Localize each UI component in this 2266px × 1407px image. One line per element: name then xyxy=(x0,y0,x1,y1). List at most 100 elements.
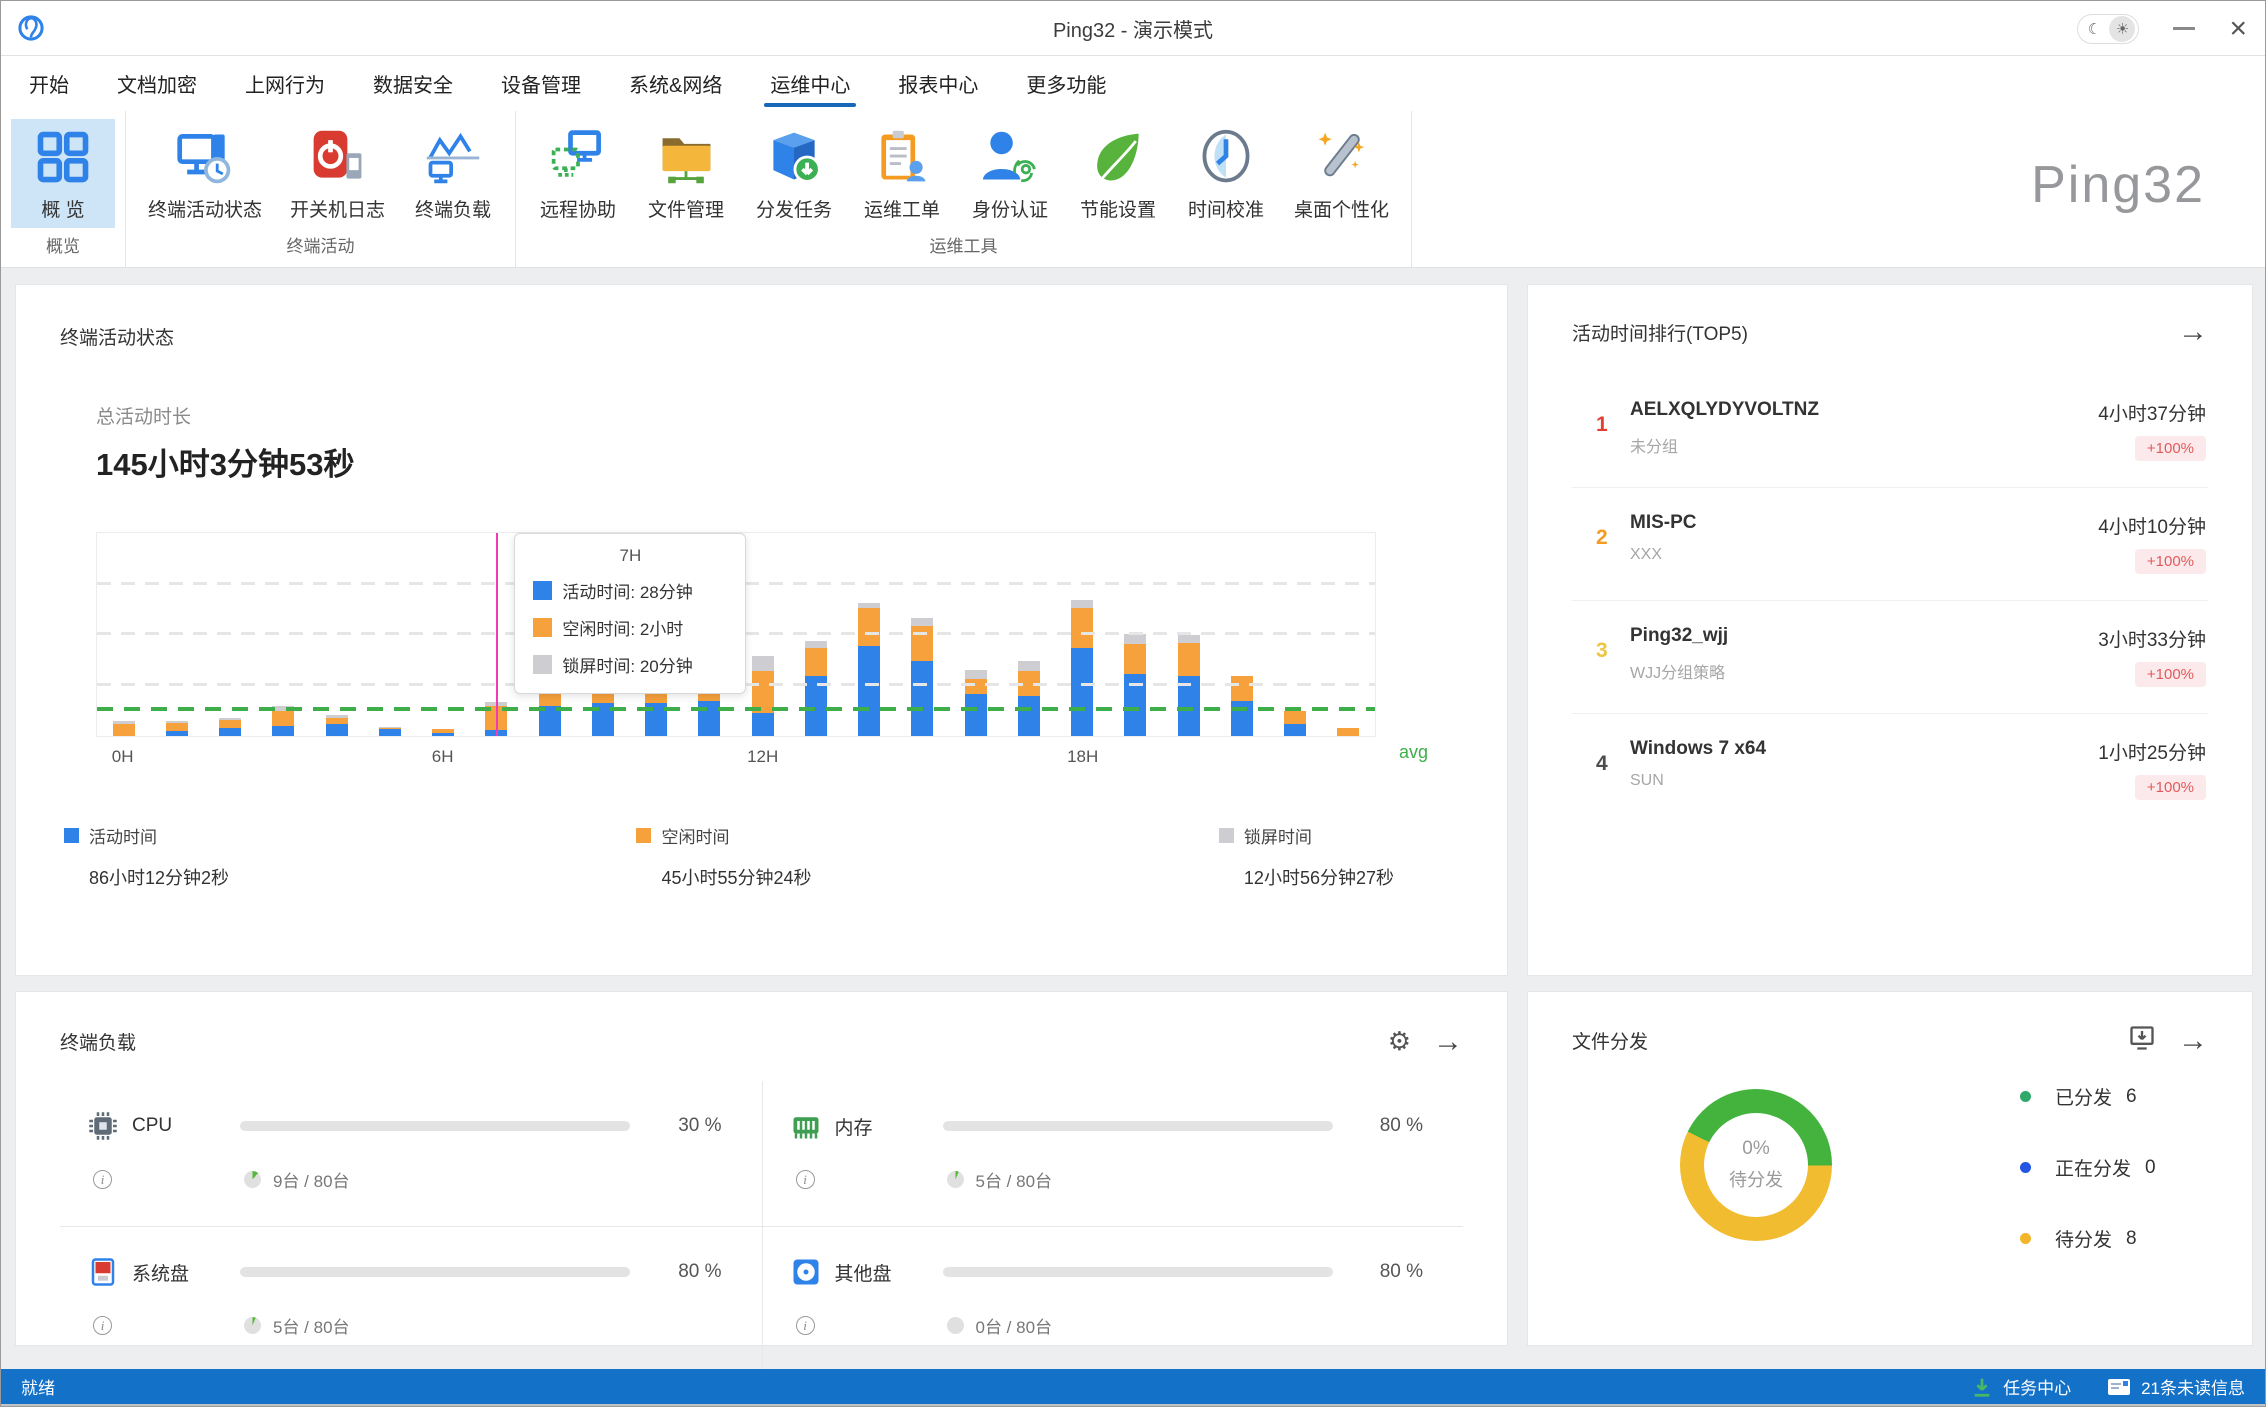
window-title: Ping32 - 演示模式 xyxy=(1,14,2265,43)
load-settings-gear-icon[interactable]: ⚙ xyxy=(1388,1026,1411,1057)
brand-logo: Ping32 xyxy=(2031,155,2205,215)
rank-number: 1 xyxy=(1596,399,1630,437)
menu-tab-8[interactable]: 报表中心 xyxy=(874,56,1002,111)
average-line-label: avg xyxy=(1399,742,1428,763)
ribbon-group-label: 概览 xyxy=(1,228,125,267)
menu-tab-4[interactable]: 数据安全 xyxy=(349,56,477,111)
info-icon[interactable]: i xyxy=(796,1316,815,1335)
rank-number: 4 xyxy=(1596,738,1630,776)
ribbon-item-power-log[interactable]: 开关机日志 xyxy=(278,119,397,228)
load-metrics-grid: CPU 30 % i 9台 / 80台 内存 xyxy=(60,1081,1463,1372)
menu-tab-9[interactable]: 更多功能 xyxy=(1002,56,1130,111)
leaf-icon xyxy=(1086,125,1150,189)
ranking-list-item[interactable]: 1 AELXQLYDYVOLTNZ 未分组 4小时37分钟 +100% xyxy=(1572,375,2208,488)
legend-item: 空闲时间45小时55分钟24秒 xyxy=(636,823,811,890)
count-mini-pie-icon xyxy=(947,1317,964,1334)
menu-bar: 开始文档加密上网行为数据安全设备管理系统&网络运维中心报表中心更多功能 xyxy=(1,56,2265,111)
ribbon-item-label: 节能设置 xyxy=(1080,195,1156,222)
ribbon-item-overview[interactable]: 概 览 xyxy=(11,119,115,228)
change-badge: +100% xyxy=(2135,436,2206,461)
status-bar: 就绪 任务中心 21条未读信息 xyxy=(1,1369,2265,1407)
average-line xyxy=(97,707,1375,711)
x-tick-label: 18H xyxy=(1067,747,1098,767)
total-activity-label: 总活动时长 xyxy=(96,402,1463,429)
donut-center-percent: 0% xyxy=(1742,1138,1769,1160)
theme-toggle[interactable]: ☾ ☀ xyxy=(2077,14,2139,44)
open-load-arrow-icon[interactable]: → xyxy=(1433,1027,1463,1057)
distribute-download-icon[interactable] xyxy=(2128,1024,2156,1057)
terminal-group: 未分组 xyxy=(1630,433,2098,457)
metric-count: 5台 / 80台 xyxy=(273,1313,350,1338)
rank-number: 2 xyxy=(1596,512,1630,550)
ribbon-item-label: 身份认证 xyxy=(972,195,1048,222)
ribbon-item-energy-saving[interactable]: 节能设置 xyxy=(1066,119,1170,228)
active-duration: 4小时10分钟 xyxy=(2098,512,2206,539)
chart-legend: 活动时间86小时12分钟2秒空闲时间45小时55分钟24秒锁屏时间12小时56分… xyxy=(64,823,1394,890)
ribbon-group-overview: 概 览 概览 xyxy=(1,111,126,267)
tooltip-row: 空闲时间: 2小时 xyxy=(533,615,727,640)
ribbon-item-desktop-personalize[interactable]: 桌面个性化 xyxy=(1282,119,1401,228)
menu-tab-7[interactable]: 运维中心 xyxy=(746,56,874,111)
ribbon-item-terminal-load[interactable]: 终端负载 xyxy=(401,119,505,228)
minimize-button[interactable] xyxy=(2173,27,2195,30)
ribbon-item-identity-auth[interactable]: 身份认证 xyxy=(958,119,1062,228)
activity-chart-plot: 7H 活动时间: 28分钟空闲时间: 2小时锁屏时间: 20分钟 xyxy=(96,532,1376,737)
menu-tab-1[interactable]: 开始 xyxy=(5,56,93,111)
menu-tab-6[interactable]: 系统&网络 xyxy=(605,56,746,111)
ribbon-item-label: 远程协助 xyxy=(540,195,616,222)
info-icon[interactable]: i xyxy=(93,1170,112,1189)
power-log-icon xyxy=(306,125,370,189)
magic-wand-icon xyxy=(1310,125,1374,189)
ribbon-item-label: 概 览 xyxy=(41,195,84,222)
dark-mode-moon-icon[interactable]: ☾ xyxy=(2081,16,2107,42)
open-ranking-arrow-icon[interactable]: → xyxy=(2178,317,2208,347)
ribbon-item-time-calibrate[interactable]: 时间校准 xyxy=(1174,119,1278,228)
distribution-donut-chart: 0% 待分发 xyxy=(1680,1089,1832,1241)
active-duration: 1小时25分钟 xyxy=(2098,738,2206,765)
ribbon-item-label: 分发任务 xyxy=(756,195,832,222)
ranking-list: 1 AELXQLYDYVOLTNZ 未分组 4小时37分钟 +100% 2 MI… xyxy=(1572,375,2208,827)
metric-count: 5台 / 80台 xyxy=(976,1167,1053,1192)
info-icon[interactable]: i xyxy=(796,1170,815,1189)
unread-messages-button[interactable]: 21条未读信息 xyxy=(2107,1374,2245,1399)
metric-count: 9台 / 80台 xyxy=(273,1167,350,1192)
ribbon-item-remote-assist[interactable]: 远程协助 xyxy=(526,119,630,228)
ranking-list-item[interactable]: 2 MIS-PC XXX 4小时10分钟 +100% xyxy=(1572,488,2208,601)
panel-title: 文件分发 xyxy=(1572,1027,1648,1054)
open-distribution-arrow-icon[interactable]: → xyxy=(2178,1026,2208,1056)
metric-name: 其他盘 xyxy=(835,1259,943,1286)
ribbon-item-terminal-activity-status[interactable]: 终端活动状态 xyxy=(136,119,274,228)
ribbon-item-label: 终端活动状态 xyxy=(148,195,262,222)
donut-center-label: 待分发 xyxy=(1729,1166,1783,1192)
light-mode-sun-icon[interactable]: ☀ xyxy=(2109,16,2135,42)
monitor-chart-icon xyxy=(421,125,485,189)
x-tick-label: 6H xyxy=(432,747,454,767)
system-disk-progress-bar xyxy=(240,1267,630,1277)
change-badge: +100% xyxy=(2135,775,2206,800)
menu-tab-2[interactable]: 文档加密 xyxy=(93,56,221,111)
distribution-legend: 已分发6正在分发0待分发8 xyxy=(2020,1083,2156,1296)
tooltip-row: 活动时间: 28分钟 xyxy=(533,578,727,603)
cpu-progress-bar xyxy=(240,1121,630,1131)
metric-name: 内存 xyxy=(835,1113,943,1140)
metric-name: CPU xyxy=(132,1115,240,1137)
task-center-button[interactable]: 任务中心 xyxy=(1971,1374,2071,1399)
ranking-list-item[interactable]: 4 Windows 7 x64 SUN 1小时25分钟 +100% xyxy=(1572,714,2208,827)
close-button[interactable]: × xyxy=(2229,14,2247,44)
monitor-clock-icon xyxy=(173,125,237,189)
ribbon-group-ops-tools: 远程协助 文件管理 分发任务 xyxy=(516,111,1412,267)
terminal-group: SUN xyxy=(1630,772,2098,790)
ribbon-item-label: 运维工单 xyxy=(864,195,940,222)
other-disk-load-cell: 其他盘 80 % i 0台 / 80台 xyxy=(762,1226,1464,1372)
menu-tab-5[interactable]: 设备管理 xyxy=(477,56,605,111)
ribbon-group-label: 终端活动 xyxy=(126,228,515,267)
metric-percent: 30 % xyxy=(678,1115,721,1137)
menu-tab-3[interactable]: 上网行为 xyxy=(221,56,349,111)
info-icon[interactable]: i xyxy=(93,1316,112,1335)
ranking-list-item[interactable]: 3 Ping32_wjj WJJ分组策略 3小时33分钟 +100% xyxy=(1572,601,2208,714)
ribbon-item-ops-ticket[interactable]: 运维工单 xyxy=(850,119,954,228)
ribbon-item-file-manage[interactable]: 文件管理 xyxy=(634,119,738,228)
metric-percent: 80 % xyxy=(1380,1261,1423,1283)
ribbon-item-distribute-task[interactable]: 分发任务 xyxy=(742,119,846,228)
person-fingerprint-icon xyxy=(978,125,1042,189)
